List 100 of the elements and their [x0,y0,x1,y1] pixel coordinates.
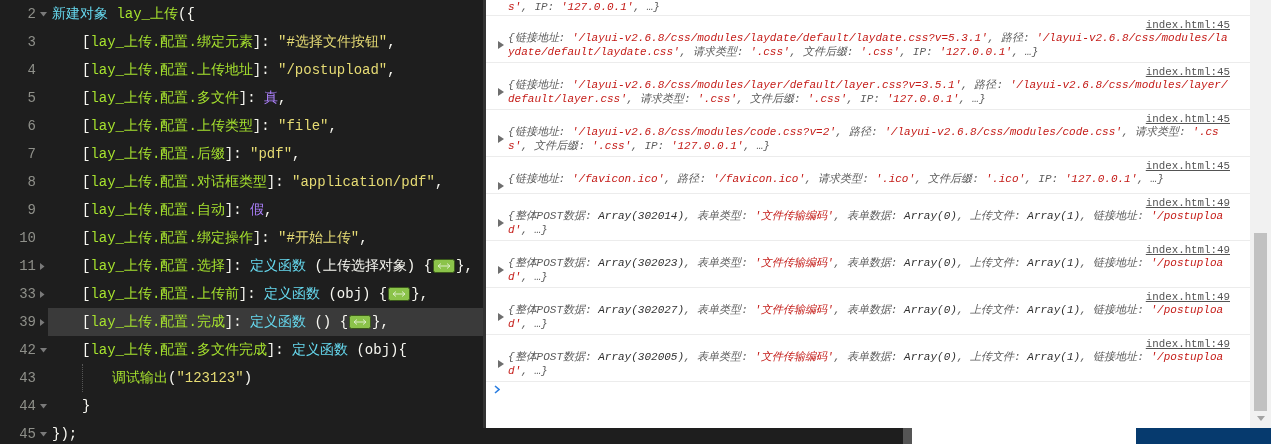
line-number: 43 [18,368,36,388]
fold-caret-icon[interactable] [40,262,45,270]
code-text: ( [168,368,177,388]
source-link[interactable]: index.html:49 [1145,291,1230,303]
string-text: "#选择文件按钮" [278,32,388,52]
constant-text: 假 [250,200,265,220]
code-text: ]: [252,32,271,52]
code-text: [ [82,88,91,108]
prompt-chevron-icon [494,385,500,394]
code-text: [ [82,32,91,52]
string-text: "/postupload" [278,60,388,80]
source-link[interactable]: index.html:45 [1145,19,1230,31]
line-number: 8 [26,172,36,192]
code-text: (上传选择对象) { [313,256,433,276]
identifier-text: lay_上传.配置.上传地址 [90,60,253,80]
keyword-text: 定义函数 [264,284,321,304]
code-text: [ [82,312,91,332]
expand-arrow-icon[interactable] [498,88,505,96]
expand-arrow-icon[interactable] [498,266,505,274]
fold-caret-icon[interactable] [40,290,45,298]
code-text: }, [411,284,429,304]
code-text: () { [313,312,349,332]
line-number: 10 [18,228,36,248]
code-text: , [434,172,444,192]
string-text: "file" [278,116,329,136]
line-number: 6 [26,116,36,136]
source-link[interactable]: index.html:49 [1145,244,1230,256]
line-number: 5 [26,88,36,108]
source-link[interactable]: index.html:45 [1145,66,1230,78]
code-text: [ [82,340,91,360]
identifier-text: lay_上传.配置.多文件 [90,88,239,108]
code-text: , [387,32,396,52]
identifier-text: lay_上传.配置.绑定操作 [90,228,253,248]
identifier-text: lay_上传.配置.多文件完成 [90,340,267,360]
console-message: {整体POST数据: Array(302023), 表单类型: '文件传输编码', 表单数据: Array(0), 上传文件: Array(1), 链接地址: '/postupload', …} [508,256,1225,284]
fold-caret-icon[interactable] [40,347,47,353]
code-text: [ [82,228,91,248]
line-number: 11 [18,256,36,276]
expand-arrow-icon[interactable] [498,313,505,321]
code-text: , [328,116,337,136]
code-text: ]: [224,144,243,164]
code-text: } [82,396,91,416]
identifier-text: lay_上传.配置.上传类型 [90,116,253,136]
code-text: }); [52,424,78,444]
scrollbar[interactable] [1250,0,1271,428]
identifier-text: lay_上传.配置.完成 [90,312,225,332]
fold-caret-icon[interactable] [40,11,47,17]
string-text: "pdf" [250,144,293,164]
folded-code-icon[interactable] [433,259,456,273]
code-text: ]: [238,284,257,304]
expand-arrow-icon[interactable] [498,41,505,49]
source-link[interactable]: index.html:49 [1145,338,1230,350]
fold-caret-icon[interactable] [40,431,47,437]
code-text: ]: [224,312,243,332]
console-message: {整体POST数据: Array(302014), 表单类型: '文件传输编码', 表单数据: Array(0), 上传文件: Array(1), 链接地址: '/postupload', …} [508,209,1225,237]
console-message: {链接地址: '/layui-v2.6.8/css/modules/laydate/default/laydate.css?v=5.3.1', 路径: '/layui-v2.6.8/css/modules/laydate/default/laydate.css', 请求类型: '.css', 文件后缀: '.css', IP: '127.0.0.1', …} [508,31,1229,59]
line-number: 39 [18,312,36,332]
code-text: ]: [252,60,271,80]
console-message: {链接地址: '/layui-v2.6.8/css/modules/layer/default/layer.css?v=3.5.1', 路径: '/layui-v2.6.8/css/modules/layer/default/layer.css', 请求类型: '.css', 文件后缀: '.css', IP: '127.0.0.1', …} [508,78,1229,106]
code-text: [ [82,60,91,80]
keyword-text: 新建对象 [52,4,109,24]
code-text: ]: [266,340,285,360]
source-link[interactable]: index.html:49 [1145,197,1230,209]
fold-caret-icon[interactable] [40,403,47,409]
string-text: "application/pdf" [292,172,435,192]
fold-caret-icon[interactable] [40,318,45,326]
keyword-text: 定义函数 [292,340,349,360]
identifier-text: lay_上传 [116,4,178,24]
identifier-text: lay_上传.配置.上传前 [90,284,239,304]
scrollbar-thumb[interactable] [1254,233,1267,411]
console-message: s', IP: '127.0.0.1', …} [508,0,661,14]
keyword-text: 定义函数 [250,312,307,332]
code-text: , [278,88,287,108]
source-link[interactable]: index.html:45 [1145,160,1230,172]
console-message: {整体POST数据: Array(302027), 表单类型: '文件传输编码', 表单数据: Array(0), 上传文件: Array(1), 链接地址: '/postupload', …} [508,303,1225,331]
expand-arrow-icon[interactable] [498,360,505,368]
identifier-text: lay_上传.配置.选择 [90,256,225,276]
console-message: {链接地址: '/layui-v2.6.8/css/modules/code.css?v=2', 路径: '/layui-v2.6.8/css/modules/code.css', 请求类型: '.css', 文件后缀: '.css', IP: '127.0.0.1', …} [508,125,1220,153]
line-number: 44 [18,396,36,416]
source-link[interactable]: index.html:45 [1145,113,1230,125]
line-number: 33 [18,284,36,304]
line-number: 2 [26,4,36,24]
identifier-text: lay_上传.配置.自动 [90,200,225,220]
expand-arrow-icon[interactable] [498,182,505,190]
code-text: , [292,144,301,164]
identifier-text: lay_上传.配置.后缀 [90,144,225,164]
folded-code-icon[interactable] [349,315,372,329]
expand-arrow-icon[interactable] [498,219,505,227]
code-text: [ [82,256,91,276]
folded-code-icon[interactable] [388,287,411,301]
code-text: , [359,228,368,248]
code-text: ]: [224,256,243,276]
expand-arrow-icon[interactable] [498,135,505,143]
code-text: ]: [266,172,285,192]
console-message: {整体POST数据: Array(302005), 表单类型: '文件传输编码', 表单数据: Array(0), 上传文件: Array(1), 链接地址: '/postupload', …} [508,350,1225,378]
code-text: ]: [224,200,243,220]
code-text: [ [82,144,91,164]
code-text: , [264,200,273,220]
code-text: [ [82,200,91,220]
code-text: [ [82,116,91,136]
